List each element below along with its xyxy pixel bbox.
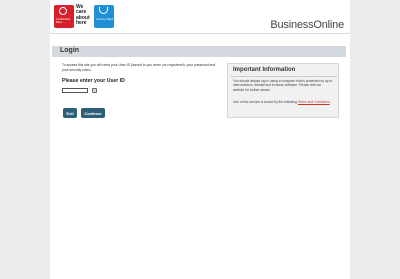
terms-suffix: . [329,100,331,104]
brand-title: BusinessOnline [270,19,344,31]
bank-logo-text: Coventry Bank [96,18,114,21]
continue-button[interactable]: Continue [81,108,105,118]
care-line: here [76,20,87,27]
section-title-bar: Login [52,46,346,57]
header-divider [50,33,350,34]
info-divider [230,76,337,77]
bank-logo-blue[interactable]: Coventry Bank [94,5,114,28]
info-paragraph-terms: Use of this service is bound by the foll… [233,100,333,104]
page-title: Login [60,47,80,54]
bank-logo-text: Cumberland Bank [56,18,71,24]
help-icon[interactable]: ? [92,88,97,93]
we-care-badge: We care about here [76,4,93,28]
bank-logo-red[interactable]: Cumberland Bank [54,5,74,28]
bank-logo-icon [59,7,67,15]
bank-logo-icon [99,7,108,14]
important-info-panel: Important Information You should always … [227,63,339,118]
exit-button[interactable]: Exit [63,108,77,118]
login-intro-text: To access this site you will need your U… [62,63,216,72]
userid-input[interactable] [62,88,88,93]
page-container: Cumberland Bank We care about here Coven… [50,0,350,279]
terms-link[interactable]: Terms and Conditions [298,100,330,104]
userid-prompt: Please enter your User ID [62,78,125,84]
info-title: Important Information [233,67,296,73]
info-paragraph: You should always log in using a compute… [233,79,333,92]
terms-prefix: Use of this service is bound by the foll… [233,100,298,104]
